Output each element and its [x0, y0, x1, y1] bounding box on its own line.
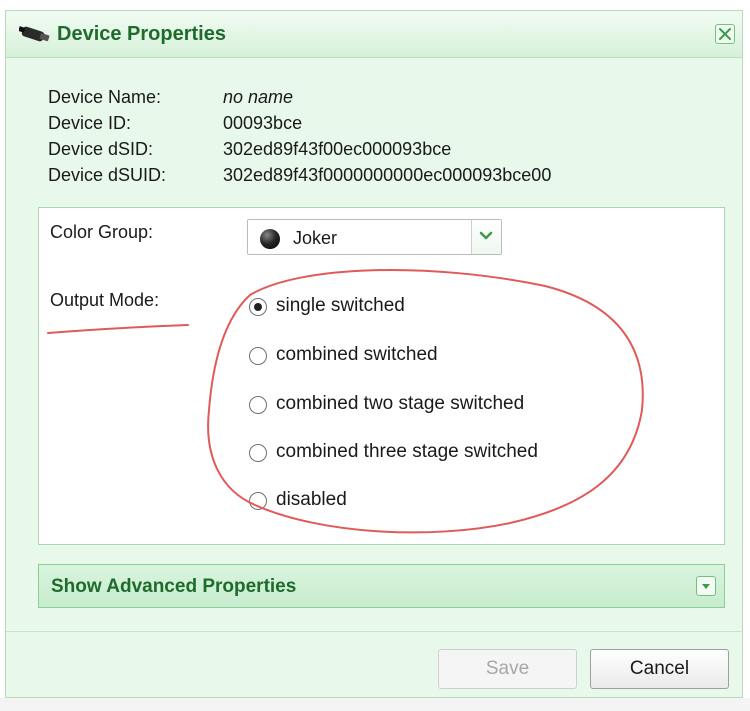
radio-label: disabled — [276, 489, 347, 510]
black-ball-icon — [260, 229, 280, 249]
dialog-titlebar[interactable]: Device Properties — [6, 11, 742, 58]
device-id-value: 00093bce — [223, 113, 303, 133]
chevron-down-icon[interactable] — [471, 220, 501, 254]
save-button[interactable]: Save — [438, 649, 577, 689]
radio-combined-switched[interactable]: combined switched — [249, 343, 669, 369]
device-dsuid-label: Device dSUID: — [48, 165, 167, 185]
radio-label: combined switched — [276, 344, 438, 365]
show-advanced-properties-label: Show Advanced Properties — [51, 576, 297, 597]
radio-button[interactable] — [249, 492, 267, 510]
device-name-label: Device Name: — [48, 87, 162, 107]
radio-combined-two-stage-switched[interactable]: combined two stage switched — [249, 392, 669, 418]
radio-disabled[interactable]: disabled — [249, 488, 669, 514]
device-icon — [19, 26, 50, 42]
device-dsid-label: Device dSID: — [48, 139, 154, 159]
close-icon — [719, 28, 731, 40]
radio-combined-three-stage-switched[interactable]: combined three stage switched — [249, 440, 669, 466]
radio-button[interactable] — [249, 396, 267, 414]
expand-toggle-button[interactable] — [696, 576, 716, 596]
chevron-down-glyph — [479, 231, 493, 240]
properties-panel: Color Group: Joker Output Mode: single s… — [38, 207, 725, 545]
cancel-button[interactable]: Cancel — [590, 649, 729, 689]
device-name-value: no name — [223, 87, 294, 107]
dialog-title: Device Properties — [57, 23, 226, 45]
radio-label: combined three stage switched — [276, 441, 538, 462]
device-properties-dialog: Device Properties Device Name: no name D… — [5, 10, 743, 698]
radio-button[interactable] — [249, 298, 267, 316]
show-advanced-properties-bar[interactable]: Show Advanced Properties — [38, 564, 725, 608]
triangle-down-icon — [702, 584, 710, 589]
radio-button[interactable] — [249, 347, 267, 365]
page-backdrop-top — [0, 0, 750, 10]
radio-button[interactable] — [249, 444, 267, 462]
page-backdrop-bottom — [0, 698, 750, 711]
radio-label: single switched — [276, 295, 405, 316]
footer-separator — [6, 631, 742, 632]
radio-label: combined two stage switched — [276, 393, 525, 414]
device-dsuid-value: 302ed89f43f0000000000ec000093bce00 — [223, 165, 552, 185]
device-dsid-value: 302ed89f43f00ec000093bce — [223, 139, 452, 159]
color-group-value: Joker — [293, 228, 338, 248]
color-group-label: Color Group: — [50, 222, 154, 242]
close-button[interactable] — [715, 24, 735, 44]
device-id-label: Device ID: — [48, 113, 132, 133]
radio-single-switched[interactable]: single switched — [249, 294, 669, 320]
output-mode-label: Output Mode: — [50, 290, 160, 310]
color-group-select[interactable]: Joker — [247, 219, 502, 255]
